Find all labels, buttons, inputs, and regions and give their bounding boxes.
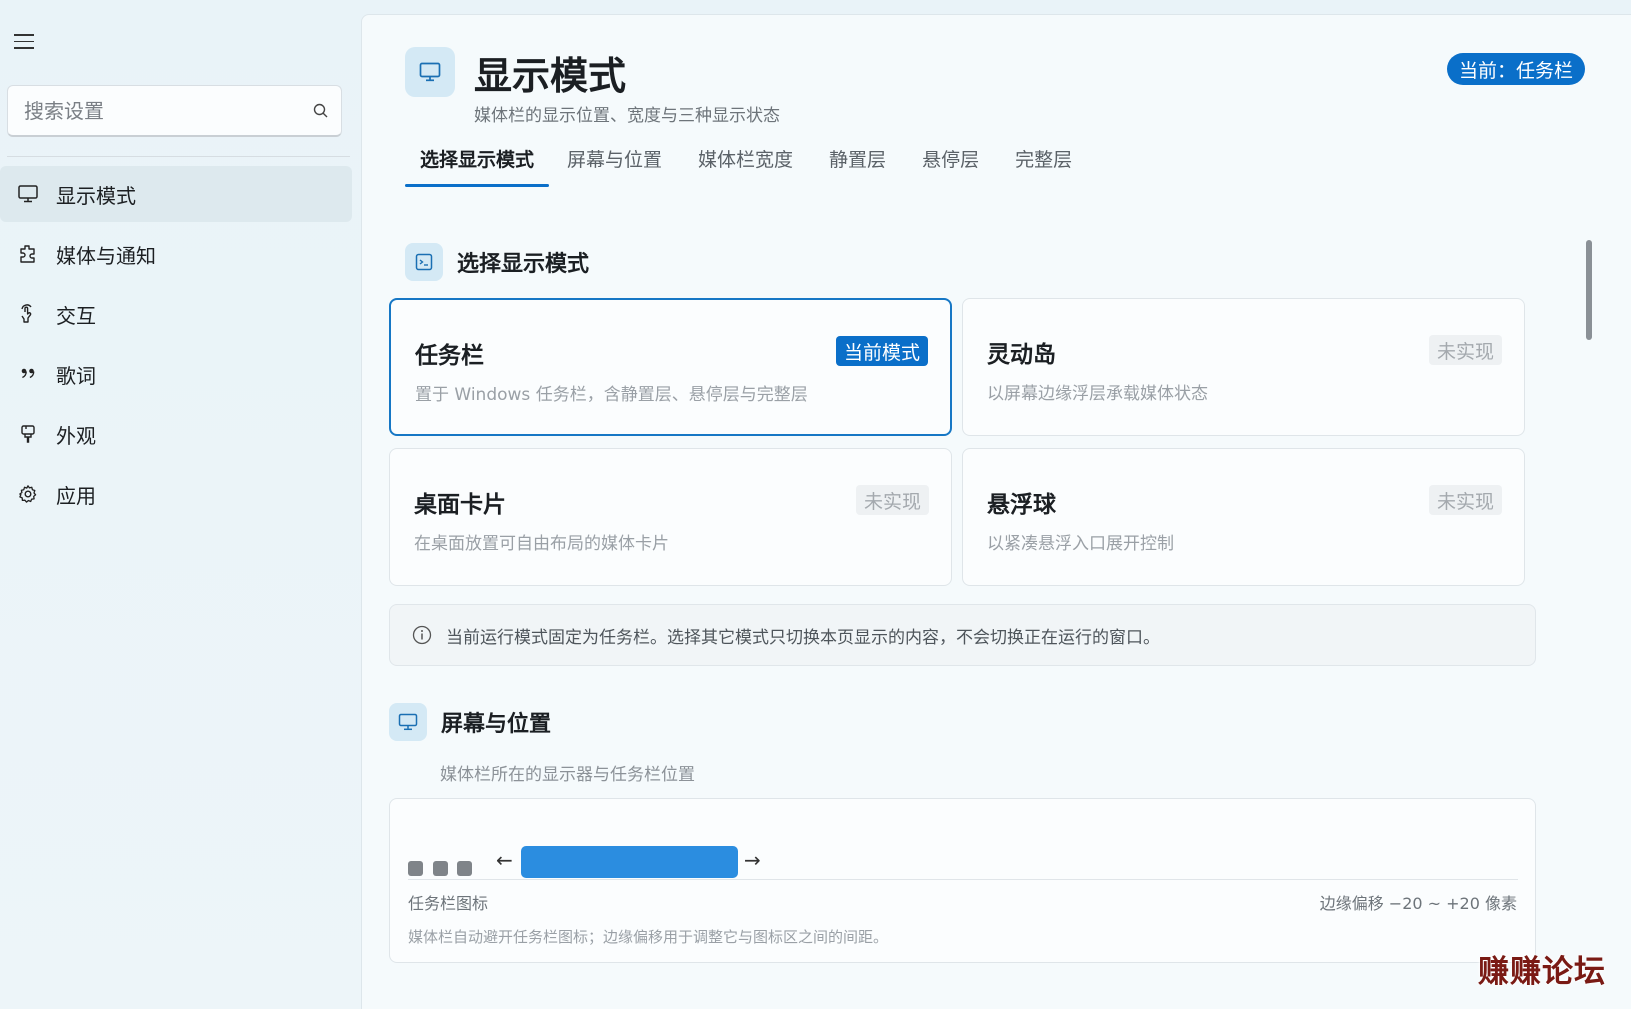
sidebar-nav: 显示模式 媒体与通知 交互 歌词 外观 应用 [0, 166, 352, 526]
sidebar-item-lyrics[interactable]: 歌词 [0, 346, 352, 402]
sidebar-item-display-mode[interactable]: 显示模式 [0, 166, 352, 222]
current-mode-badge: 当前：任务栏 [1447, 53, 1586, 85]
tab-bar-width[interactable]: 媒体栏宽度 [696, 145, 795, 187]
sidebar-item-label: 歌词 [56, 363, 96, 388]
tab-bar: 选择显示模式 屏幕与位置 媒体栏宽度 静置层 悬停层 完整层 [405, 145, 1106, 187]
taskbar-position-preview: ← → 任务栏图标 边缘偏移 −20 ~ +20 像素 媒体栏自动避开任务栏图标… [389, 798, 1536, 963]
quote-icon [16, 362, 40, 386]
mode-card-taskbar[interactable]: 任务栏 当前模式 置于 Windows 任务栏，含静置层、悬停层与完整层 [389, 298, 952, 436]
sidebar-item-app[interactable]: 应用 [0, 466, 352, 522]
settings-window: 显示模式 媒体与通知 交互 歌词 [0, 0, 1631, 1009]
sidebar-item-label: 应用 [56, 483, 96, 508]
sidebar-item-label: 交互 [56, 303, 96, 328]
mode-card-desktop-card[interactable]: 桌面卡片 未实现 在桌面放置可自由布局的媒体卡片 [389, 448, 952, 586]
puzzle-icon [16, 242, 40, 266]
taskbar-icon-placeholder [457, 861, 472, 876]
card-description: 以屏幕边缘浮层承载媒体状态 [987, 384, 1208, 404]
vertical-scrollbar[interactable] [1586, 240, 1592, 340]
sidebar: 显示模式 媒体与通知 交互 歌词 [0, 0, 360, 1009]
search-box[interactable] [7, 85, 342, 137]
section-header-select-mode: 选择显示模式 [405, 243, 589, 281]
tab-full-layer[interactable]: 完整层 [1013, 145, 1074, 187]
preview-note: 媒体栏自动避开任务栏图标；边缘偏移用于调整它与图标区之间的间距。 [408, 928, 889, 946]
not-implemented-tag: 未实现 [1428, 335, 1502, 365]
search-icon[interactable] [301, 103, 341, 119]
mode-card-dynamic-island[interactable]: 灵动岛 未实现 以屏幕边缘浮层承载媒体状态 [962, 298, 1525, 436]
page-title: 显示模式 [474, 54, 627, 98]
taskbar-icon-placeholder [408, 861, 423, 876]
display-mode-header-icon [405, 47, 455, 97]
gear-icon [16, 482, 40, 506]
sidebar-item-label: 外观 [56, 423, 96, 448]
terminal-window-icon [405, 243, 443, 281]
current-mode-tag: 当前模式 [835, 336, 928, 366]
monitor-icon [389, 703, 427, 741]
arrow-left-icon[interactable]: ← [496, 848, 513, 872]
search-input[interactable] [8, 98, 301, 123]
card-description: 以紧凑悬浮入口展开控制 [987, 534, 1174, 554]
interact-icon [16, 302, 40, 326]
section-title: 选择显示模式 [457, 252, 590, 277]
sidebar-item-interaction[interactable]: 交互 [0, 286, 352, 342]
sidebar-item-appearance[interactable]: 外观 [0, 406, 352, 462]
section-header-screen-position: 屏幕与位置 [389, 703, 551, 741]
not-implemented-tag: 未实现 [855, 485, 929, 515]
info-icon [412, 625, 432, 645]
tab-idle-layer[interactable]: 静置层 [827, 145, 888, 187]
main-panel: 显示模式 媒体栏的显示位置、宽度与三种显示状态 当前：任务栏 选择显示模式 屏幕… [361, 14, 1631, 1009]
card-title: 任务栏 [415, 343, 484, 369]
tab-screen-position[interactable]: 屏幕与位置 [565, 145, 664, 187]
not-implemented-tag: 未实现 [1428, 485, 1502, 515]
taskbar-icons-label: 任务栏图标 [408, 894, 489, 913]
preview-divider [408, 879, 1518, 880]
hamburger-menu-icon[interactable] [14, 34, 34, 50]
forum-watermark: 赚赚论坛 [1478, 954, 1606, 990]
info-bar: 当前运行模式固定为任务栏。选择其它模式只切换本页显示的内容，不会切换正在运行的窗… [389, 604, 1536, 666]
paint-brush-icon [16, 422, 40, 446]
sidebar-divider [7, 156, 350, 157]
edge-offset-range: 边缘偏移 −20 ~ +20 像素 [1319, 894, 1517, 913]
card-title: 桌面卡片 [414, 492, 506, 518]
taskbar-icon-placeholder [433, 861, 448, 876]
monitor-icon [16, 182, 40, 206]
card-description: 在桌面放置可自由布局的媒体卡片 [414, 534, 669, 554]
tab-select-mode[interactable]: 选择显示模式 [405, 145, 550, 187]
arrow-right-icon[interactable]: → [744, 848, 761, 872]
page-subtitle: 媒体栏的显示位置、宽度与三种显示状态 [474, 106, 780, 126]
section-title: 屏幕与位置 [441, 712, 552, 737]
info-text: 当前运行模式固定为任务栏。选择其它模式只切换本页显示的内容，不会切换正在运行的窗… [446, 627, 1160, 648]
media-bar-preview[interactable] [521, 846, 738, 878]
sidebar-item-label: 媒体与通知 [56, 243, 156, 268]
tab-hover-layer[interactable]: 悬停层 [920, 145, 981, 187]
mode-card-floating-ball[interactable]: 悬浮球 未实现 以紧凑悬浮入口展开控制 [962, 448, 1525, 586]
card-description: 置于 Windows 任务栏，含静置层、悬停层与完整层 [415, 385, 808, 405]
card-title: 灵动岛 [987, 342, 1056, 368]
card-title: 悬浮球 [987, 492, 1056, 518]
section-subtitle: 媒体栏所在的显示器与任务栏位置 [440, 765, 695, 785]
sidebar-item-media-notification[interactable]: 媒体与通知 [0, 226, 352, 282]
sidebar-item-label: 显示模式 [56, 183, 136, 208]
